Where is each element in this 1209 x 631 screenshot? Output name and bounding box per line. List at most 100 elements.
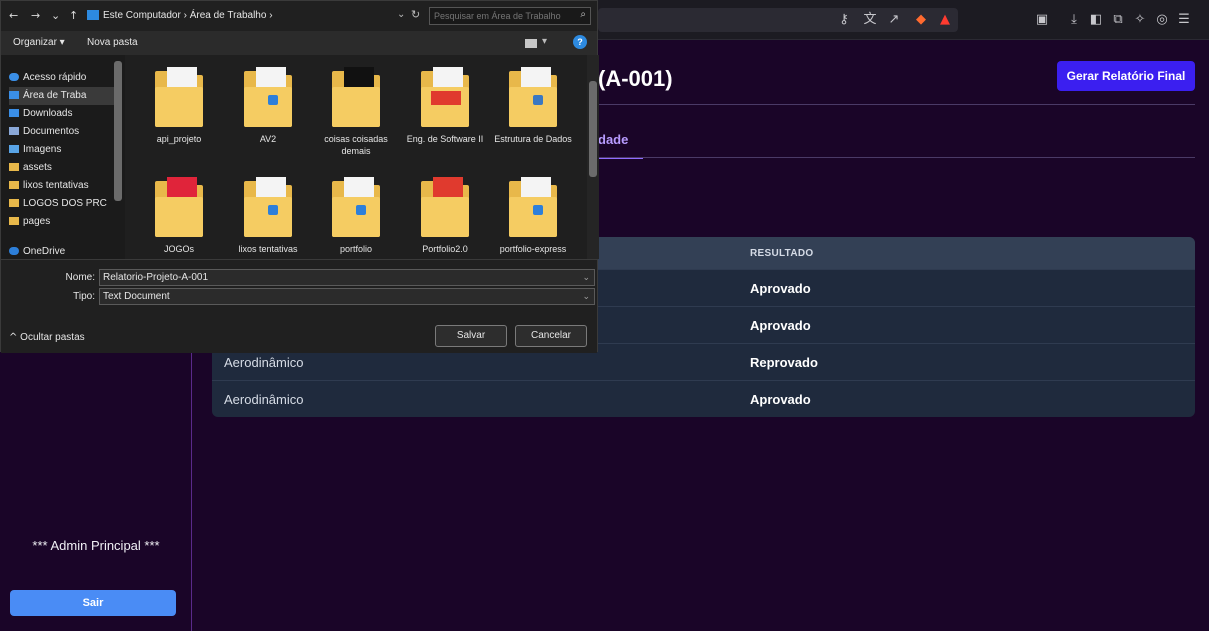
filetype-value: Text Document [103,291,170,302]
menu-icon[interactable]: ☰ [1176,12,1192,28]
name-label: Nome: [65,272,95,283]
folder-icon [9,181,19,190]
key-icon[interactable]: ⚷ [836,12,852,28]
folder-item[interactable]: JOGOs [139,177,219,255]
view-icon[interactable] [525,39,537,48]
page-title: (A-001) [598,66,673,91]
file-list: api_projeto AV2 coisas coisadas demais E… [125,55,599,259]
filename-field[interactable]: ⌄ [99,269,595,286]
computer-icon [87,10,99,20]
organize-button[interactable]: Organizar ▾ [13,37,65,48]
cancel-button[interactable]: Cancelar [515,325,587,347]
folder-item[interactable]: portfolio-express [493,177,573,255]
cloud-icon [9,247,19,256]
recent-locations-icon[interactable]: ⌄ [51,9,60,22]
breadcrumb[interactable]: Este Computador › Área de Trabalho › ⌄ ↻ [87,7,423,25]
files-scrollbar-track [587,55,599,259]
table-row: Aerodinâmico Aprovado [212,380,1195,417]
downloads-icon[interactable]: ⤓ [1066,12,1082,28]
folder-icon [505,177,561,237]
refresh-icon[interactable]: ↻ [411,8,420,21]
sidebar-icon[interactable]: ◧ [1088,12,1104,28]
brave-shield-icon[interactable]: ◆ [913,12,929,28]
title-divider [598,104,1195,105]
filename-input[interactable] [103,271,573,284]
tab-active[interactable]: dade [598,132,643,159]
document-icon [9,127,19,136]
folder-item[interactable]: Portfolio2.0 [405,177,485,255]
new-folder-button[interactable]: Nova pasta [87,37,138,48]
folder-icon [328,177,384,237]
dropdown-icon[interactable]: ⌄ [397,9,405,20]
nav-item-onedrive[interactable]: OneDrive [9,243,121,259]
admin-label: *** Admin Principal *** [32,538,160,553]
result-cell: Aprovado [750,281,811,296]
star-icon [9,73,19,82]
search-icon[interactable]: ⌕ [580,9,586,20]
folder-item[interactable]: coisas coisadas demais [316,67,396,157]
images-icon [9,145,19,154]
result-cell: Reprovado [750,355,818,370]
nav-item-logos[interactable]: LOGOS DOS PRC [9,195,121,213]
generate-report-button[interactable]: Gerar Relatório Final [1057,61,1195,91]
desktop-icon [9,91,19,100]
folder-icon [417,67,473,127]
folder-item[interactable]: Eng. de Software II [405,67,485,145]
result-column-header: RESULTADO [750,247,814,259]
type-label: Tipo: [73,291,95,302]
nav-item-pages[interactable]: pages [9,213,121,231]
files-scrollbar[interactable] [589,81,597,177]
folder-icon [9,163,19,172]
result-cell: Aprovado [750,392,811,407]
filetype-select[interactable]: Text Document ⌄ [99,288,595,305]
save-form: Nome: ⌄ Tipo: Text Document ⌄ ^ Ocultar … [1,259,597,353]
breadcrumb-path: Este Computador › Área de Trabalho › [103,10,273,21]
chevron-down-icon[interactable]: ⌄ [582,272,590,283]
folder-item[interactable]: Estrutura de Dados [493,67,573,145]
share-icon[interactable]: ↗ [886,12,902,28]
command-bar: Organizar ▾ Nova pasta ▾ ? [1,31,597,55]
translate-icon[interactable]: 文 [862,12,878,28]
folder-icon [151,177,207,237]
reader-icon[interactable]: ▣ [1034,12,1050,28]
save-button[interactable]: Salvar [435,325,507,347]
logout-button[interactable]: Sair [10,590,176,616]
folder-icon [9,217,19,226]
nav-item-images[interactable]: Imagens [9,141,121,159]
nav-item-assets[interactable]: assets [9,159,121,177]
nav-scrollbar[interactable] [114,61,122,201]
ai-icon[interactable]: ✧ [1132,12,1148,28]
folder-icon [151,67,207,127]
nav-item-lixos[interactable]: lixos tentativas [9,177,121,195]
navigation-pane: Acesso rápido Área de Traba Downloads Do… [1,55,125,259]
search-input[interactable] [434,10,570,22]
hide-folders-toggle[interactable]: ^ Ocultar pastas [9,332,85,343]
folder-icon [417,177,473,237]
folder-item[interactable]: AV2 [228,67,308,145]
nav-item-documents[interactable]: Documentos [9,123,121,141]
folder-item[interactable]: lixos tentativas [228,177,308,255]
folder-item[interactable]: portfolio [316,177,396,255]
folder-icon [328,67,384,127]
folder-item[interactable]: api_projeto [139,67,219,145]
forward-icon[interactable]: → [31,9,40,22]
test-cell: Aerodinâmico [224,392,304,407]
folder-icon [505,67,561,127]
view-dropdown-icon[interactable]: ▾ [542,36,547,47]
save-dialog: ← → ⌄ ↑ Este Computador › Área de Trabal… [0,0,599,353]
url-bar[interactable] [598,8,958,32]
nav-item-downloads[interactable]: Downloads [9,105,121,123]
test-cell: Aerodinâmico [224,355,304,370]
up-icon[interactable]: ↑ [69,9,78,22]
search-box[interactable]: ⌕ [429,7,591,25]
help-icon[interactable]: ? [573,35,587,49]
folder-icon [240,177,296,237]
vpn-icon[interactable]: ◎ [1154,12,1170,28]
back-icon[interactable]: ← [9,9,18,22]
nav-item-quick-access[interactable]: Acesso rápido [9,69,121,87]
nav-item-desktop[interactable]: Área de Traba [9,87,121,105]
chevron-down-icon[interactable]: ⌄ [582,291,590,302]
tabs-icon[interactable]: ⧉ [1110,12,1126,28]
folder-icon [240,67,296,127]
brave-rewards-icon[interactable]: ▲ [937,12,953,28]
